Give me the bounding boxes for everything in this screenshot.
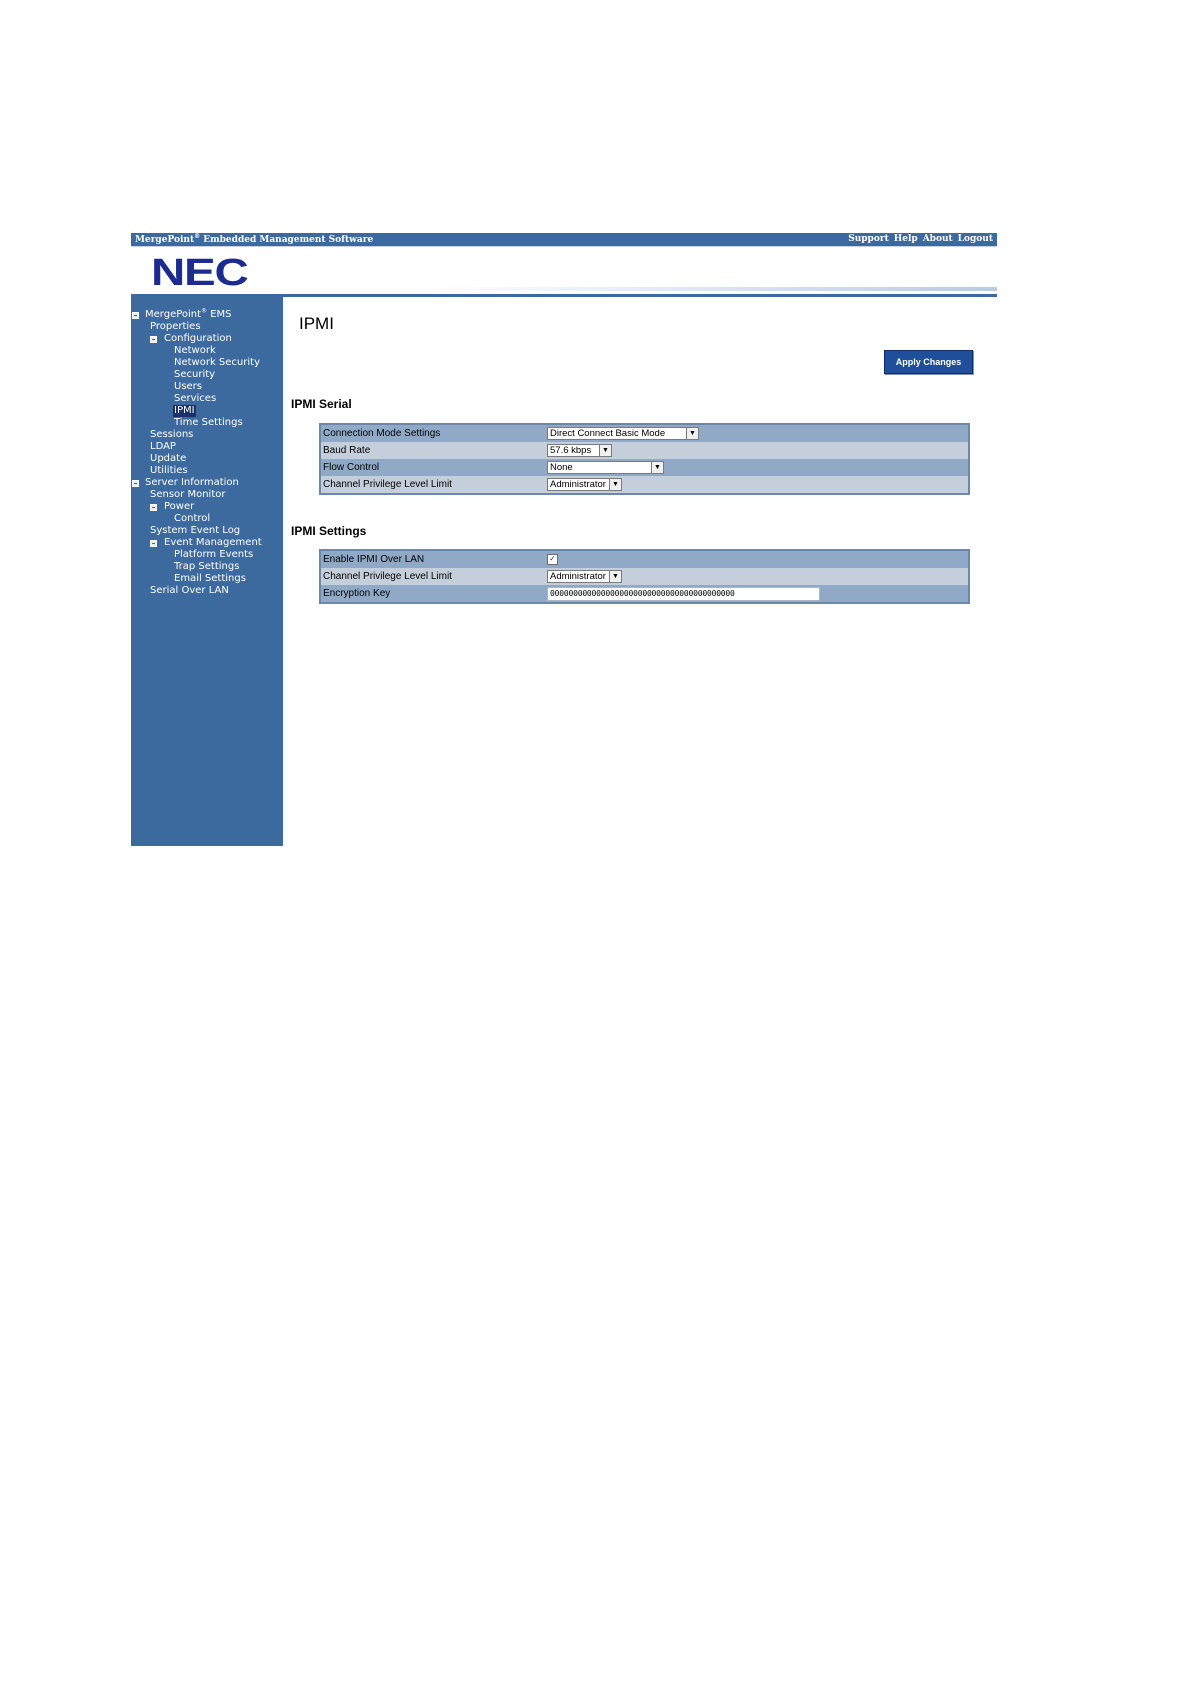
collapse-icon[interactable] [132,312,139,319]
tree-item-users[interactable]: Users [174,381,202,393]
serial-privilege-row: Channel Privilege Level Limit Administra… [321,476,968,493]
chevron-down-icon: ▼ [609,479,621,490]
tree-item-network-security[interactable]: Network Security [174,357,260,369]
sidebar-nav: MergePoint® EMS Properties Configuration… [131,297,283,846]
connection-mode-label: Connection Mode Settings [323,428,441,439]
ipmi-settings-panel: Enable IPMI Over LAN ✓ Channel Privilege… [319,549,970,604]
collapse-icon[interactable] [150,336,157,343]
tree-item-update[interactable]: Update [150,453,186,465]
tree-item-power[interactable]: Power [164,501,194,513]
tree-item-email-settings[interactable]: Email Settings [174,573,246,585]
about-link[interactable]: About [923,233,953,246]
tree-item-serial-over-lan[interactable]: Serial Over LAN [150,585,229,597]
tree-item-network[interactable]: Network [174,345,216,357]
tree-item-configuration[interactable]: Configuration [164,333,232,345]
tree-item-ldap[interactable]: LDAP [150,441,176,453]
tree-item-mergepoint-ems[interactable]: MergePoint® EMS [145,308,232,321]
encryption-key-label: Encryption Key [323,588,391,599]
serial-privilege-select[interactable]: Administrator ▼ [547,478,622,491]
page-title: IPMI [299,314,334,333]
tree-item-sessions[interactable]: Sessions [150,429,193,441]
enable-ipmi-row: Enable IPMI Over LAN ✓ [321,551,968,568]
tree-item-system-event-log[interactable]: System Event Log [150,525,240,537]
tree-item-sensor-monitor[interactable]: Sensor Monitor [150,489,225,501]
help-link[interactable]: Help [894,233,918,246]
tree-item-ipmi[interactable]: IPMI [173,405,196,417]
encryption-key-row: Encryption Key 0000000000000000000000000… [321,585,968,602]
baud-rate-row: Baud Rate 57.6 kbps ▼ [321,442,968,459]
tree-item-properties[interactable]: Properties [150,321,201,333]
logo-band: NEC [131,247,997,297]
tree-item-services[interactable]: Services [174,393,216,405]
support-link[interactable]: Support [848,233,889,246]
collapse-icon[interactable] [132,480,139,487]
chevron-down-icon: ▼ [686,428,698,439]
lan-privilege-row: Channel Privilege Level Limit Administra… [321,568,968,585]
tree-item-time-settings[interactable]: Time Settings [174,417,243,429]
collapse-icon[interactable] [150,540,157,547]
top-bar: MergePoint® Embedded Management Software… [131,233,997,247]
flow-control-label: Flow Control [323,462,380,473]
main-content: IPMI Apply Changes IPMI Serial Connectio… [283,297,997,846]
tree-item-server-information[interactable]: Server Information [145,477,239,489]
ipmi-settings-heading: IPMI Settings [291,524,367,538]
ipmi-serial-panel: Connection Mode Settings Direct Connect … [319,423,970,495]
logout-link[interactable]: Logout [958,233,993,246]
tree-item-trap-settings[interactable]: Trap Settings [174,561,239,573]
flow-control-row: Flow Control None ▼ [321,459,968,476]
chevron-down-icon: ▼ [651,462,663,473]
lan-privilege-label: Channel Privilege Level Limit [323,571,452,582]
enable-ipmi-label: Enable IPMI Over LAN [323,554,425,565]
header-shade [431,287,997,291]
encryption-key-input[interactable]: 0000000000000000000000000000000000000000 [547,587,820,601]
collapse-icon[interactable] [150,504,157,511]
app-title: MergePoint® Embedded Management Software [135,233,374,246]
nec-logo: NEC [151,252,249,294]
baud-rate-label: Baud Rate [323,445,371,456]
ems-window: MergePoint® Embedded Management Software… [131,233,997,846]
flow-control-select[interactable]: None ▼ [547,461,664,474]
connection-mode-row: Connection Mode Settings Direct Connect … [321,425,968,442]
enable-ipmi-checkbox[interactable]: ✓ [547,554,558,565]
chevron-down-icon: ▼ [599,445,611,456]
chevron-down-icon: ▼ [609,571,621,582]
tree-item-security[interactable]: Security [174,369,215,381]
serial-privilege-label: Channel Privilege Level Limit [323,479,452,490]
connection-mode-select[interactable]: Direct Connect Basic Mode ▼ [547,427,699,440]
tree-item-event-management[interactable]: Event Management [164,537,262,549]
ipmi-serial-heading: IPMI Serial [291,397,352,411]
top-links: Support Help About Logout [848,233,993,246]
lan-privilege-select[interactable]: Administrator ▼ [547,570,622,583]
tree-item-utilities[interactable]: Utilities [150,465,188,477]
tree-item-control[interactable]: Control [174,513,210,525]
apply-changes-button[interactable]: Apply Changes [884,350,973,374]
baud-rate-select[interactable]: 57.6 kbps ▼ [547,444,612,457]
tree-item-platform-events[interactable]: Platform Events [174,549,253,561]
